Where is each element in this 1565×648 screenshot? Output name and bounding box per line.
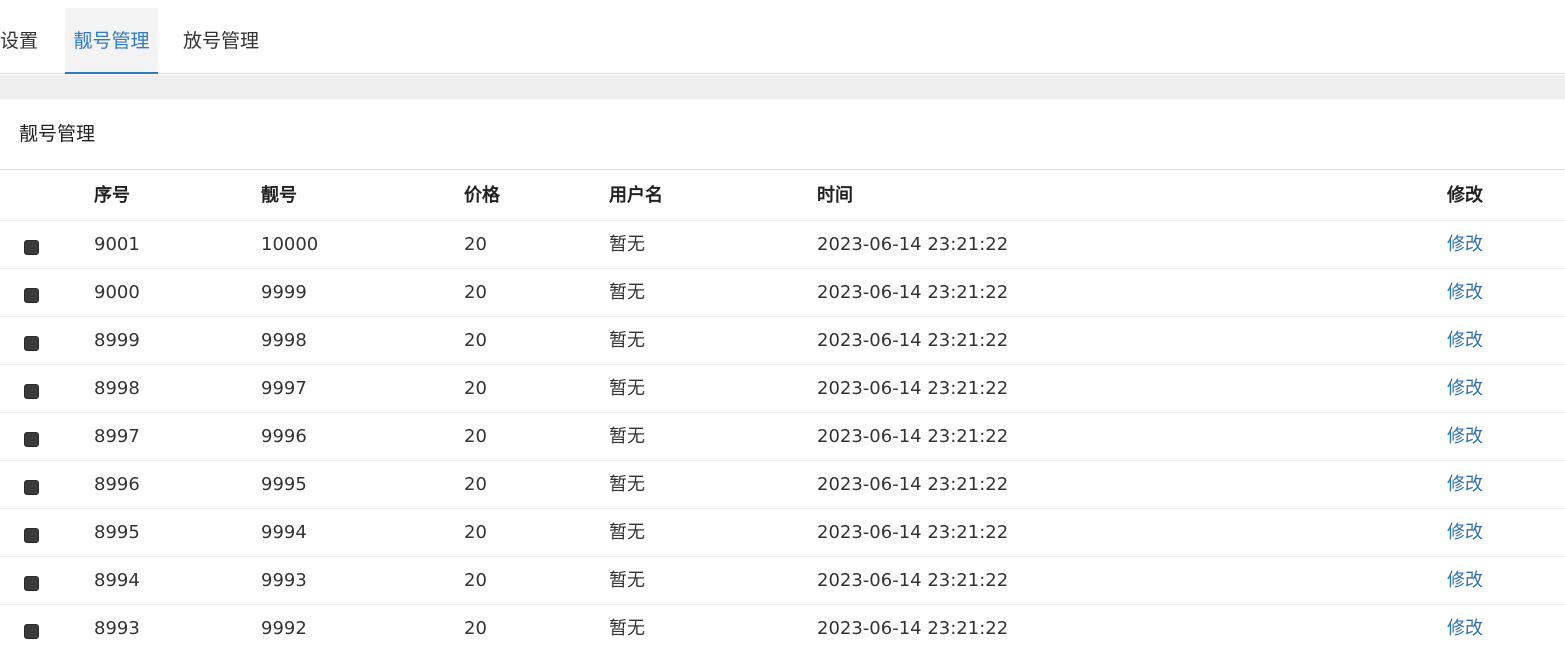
tab-settings[interactable]: 设置	[0, 8, 48, 74]
row-checkbox[interactable]	[24, 384, 39, 399]
cell-price: 20	[464, 426, 487, 447]
cell-seq: 8995	[94, 522, 140, 543]
row-checkbox[interactable]	[24, 528, 39, 543]
cell-number: 9998	[261, 330, 307, 351]
vanity-number-panel: 靓号管理 序号 靓号 价格 用户名 时间 修改 9001 10000 20 暂无…	[0, 99, 1565, 648]
cell-seq: 9000	[94, 282, 140, 303]
cell-time: 2023-06-14 23:21:22	[817, 282, 1009, 303]
panel-title: 靓号管理	[19, 123, 96, 145]
edit-link[interactable]: 修改	[1447, 221, 1483, 269]
row-checkbox[interactable]	[24, 336, 39, 351]
cell-seq: 8996	[94, 474, 140, 495]
tab-bar: 设置 靓号管理 放号管理	[0, 0, 1565, 74]
table-row: 8998 9997 20 暂无 2023-06-14 23:21:22 修改	[0, 365, 1565, 413]
cell-price: 20	[464, 330, 487, 351]
table-row: 8995 9994 20 暂无 2023-06-14 23:21:22 修改	[0, 509, 1565, 557]
cell-number: 9994	[261, 522, 307, 543]
header-price: 价格	[464, 185, 500, 206]
edit-link[interactable]: 修改	[1447, 461, 1483, 509]
cell-price: 20	[464, 522, 487, 543]
cell-seq: 8997	[94, 426, 140, 447]
row-checkbox[interactable]	[24, 480, 39, 495]
table-row: 9000 9999 20 暂无 2023-06-14 23:21:22 修改	[0, 269, 1565, 317]
cell-number: 9999	[261, 282, 307, 303]
cell-seq: 8994	[94, 570, 140, 591]
row-checkbox[interactable]	[24, 432, 39, 447]
header-edit: 修改	[1447, 185, 1483, 206]
cell-time: 2023-06-14 23:21:22	[817, 330, 1009, 351]
cell-time: 2023-06-14 23:21:22	[817, 426, 1009, 447]
cell-username: 暂无	[609, 282, 645, 303]
cell-number: 10000	[261, 234, 319, 255]
cell-number: 9997	[261, 378, 307, 399]
table-row: 8994 9993 20 暂无 2023-06-14 23:21:22 修改	[0, 557, 1565, 605]
cell-username: 暂无	[609, 330, 645, 351]
header-number: 靓号	[261, 185, 297, 206]
table-row: 9001 10000 20 暂无 2023-06-14 23:21:22 修改	[0, 221, 1565, 269]
cell-time: 2023-06-14 23:21:22	[817, 474, 1009, 495]
table-row: 8997 9996 20 暂无 2023-06-14 23:21:22 修改	[0, 413, 1565, 461]
cell-time: 2023-06-14 23:21:22	[817, 618, 1009, 639]
row-checkbox[interactable]	[24, 288, 39, 303]
cell-number: 9992	[261, 618, 307, 639]
cell-seq: 9001	[94, 234, 140, 255]
edit-link[interactable]: 修改	[1447, 413, 1483, 461]
table-row: 8999 9998 20 暂无 2023-06-14 23:21:22 修改	[0, 317, 1565, 365]
header-username: 用户名	[609, 185, 663, 206]
cell-seq: 8993	[94, 618, 140, 639]
edit-link[interactable]: 修改	[1447, 269, 1483, 317]
cell-price: 20	[464, 474, 487, 495]
cell-number: 9993	[261, 570, 307, 591]
header-time: 时间	[817, 185, 853, 206]
cell-number: 9995	[261, 474, 307, 495]
cell-username: 暂无	[609, 474, 645, 495]
cell-time: 2023-06-14 23:21:22	[817, 234, 1009, 255]
tab-number-release-management[interactable]: 放号管理	[183, 8, 273, 74]
section-separator	[0, 75, 1565, 99]
edit-link[interactable]: 修改	[1447, 317, 1483, 365]
edit-link[interactable]: 修改	[1447, 509, 1483, 557]
cell-seq: 8999	[94, 330, 140, 351]
edit-link[interactable]: 修改	[1447, 365, 1483, 413]
row-checkbox[interactable]	[24, 576, 39, 591]
cell-price: 20	[464, 378, 487, 399]
row-checkbox[interactable]	[24, 624, 39, 639]
cell-username: 暂无	[609, 426, 645, 447]
table-header-row: 序号 靓号 价格 用户名 时间 修改	[0, 170, 1565, 221]
table-row: 8996 9995 20 暂无 2023-06-14 23:21:22 修改	[0, 461, 1565, 509]
cell-seq: 8998	[94, 378, 140, 399]
cell-price: 20	[464, 570, 487, 591]
cell-price: 20	[464, 618, 487, 639]
vanity-number-table: 序号 靓号 价格 用户名 时间 修改 9001 10000 20 暂无 2023…	[0, 170, 1565, 648]
cell-time: 2023-06-14 23:21:22	[817, 570, 1009, 591]
row-checkbox[interactable]	[24, 240, 39, 255]
cell-username: 暂无	[609, 378, 645, 399]
table-row: 8993 9992 20 暂无 2023-06-14 23:21:22 修改	[0, 605, 1565, 648]
cell-username: 暂无	[609, 570, 645, 591]
cell-username: 暂无	[609, 618, 645, 639]
cell-time: 2023-06-14 23:21:22	[817, 522, 1009, 543]
cell-username: 暂无	[609, 234, 645, 255]
tab-vanity-number-management[interactable]: 靓号管理	[65, 8, 158, 74]
cell-time: 2023-06-14 23:21:22	[817, 378, 1009, 399]
cell-username: 暂无	[609, 522, 645, 543]
edit-link[interactable]: 修改	[1447, 605, 1483, 648]
edit-link[interactable]: 修改	[1447, 557, 1483, 605]
cell-price: 20	[464, 234, 487, 255]
cell-number: 9996	[261, 426, 307, 447]
header-seq: 序号	[94, 185, 130, 206]
cell-price: 20	[464, 282, 487, 303]
